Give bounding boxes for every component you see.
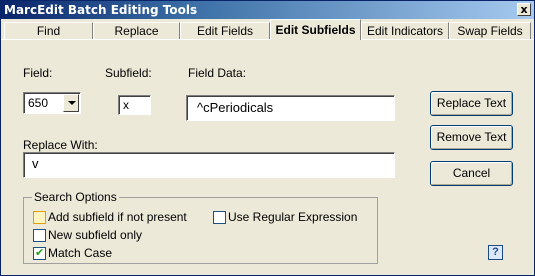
window-title: MarcEdit Batch Editing Tools (4, 3, 198, 17)
replace-with-label: Replace With: (23, 138, 98, 152)
add-subfield-label: Add subfield if not present (48, 210, 187, 224)
field-data-input[interactable]: ^cPeriodicals (186, 95, 395, 121)
field-select[interactable]: 650 (23, 92, 81, 114)
tab-edit-fields[interactable]: Edit Fields (180, 22, 270, 39)
help-icon[interactable]: ? (488, 245, 503, 260)
help-glyph: ? (492, 246, 499, 258)
check-icon: ✔ (35, 246, 45, 259)
close-icon: x (520, 3, 528, 16)
search-options-legend: Search Options (32, 190, 119, 204)
replace-with-input[interactable]: v (23, 152, 395, 178)
field-data-value: ^cPeriodicals (197, 100, 274, 115)
field-select-value: 650 (28, 96, 49, 110)
subfield-input[interactable]: x (118, 95, 151, 115)
new-subfield-only-label: New subfield only (48, 228, 143, 242)
cancel-button[interactable]: Cancel (430, 161, 513, 186)
match-case-label: Match Case (48, 246, 113, 260)
tab-strip: Find Replace Edit Fields Edit Subfields … (1, 19, 534, 40)
tab-swap-fields[interactable]: Swap Fields (449, 22, 531, 39)
tab-replace[interactable]: Replace (93, 22, 180, 39)
tab-edit-subfields[interactable]: Edit Subfields (270, 19, 361, 40)
tab-find[interactable]: Find (4, 22, 93, 39)
use-regex-checkbox[interactable] (213, 211, 226, 224)
replace-text-button[interactable]: Replace Text (430, 91, 513, 116)
new-subfield-only-checkbox[interactable] (33, 229, 46, 242)
subfield-label: Subfield: (105, 66, 152, 80)
use-regex-label: Use Regular Expression (228, 210, 358, 224)
batch-edit-window: MarcEdit Batch Editing Tools x Find Repl… (0, 0, 535, 276)
add-subfield-checkbox[interactable] (33, 211, 46, 224)
close-button[interactable]: x (517, 3, 531, 16)
chevron-down-icon[interactable] (63, 94, 79, 112)
tab-edit-indicators[interactable]: Edit Indicators (361, 22, 449, 39)
field-data-label: Field Data: (188, 66, 247, 80)
subfield-input-value: x (123, 98, 129, 112)
edit-subfields-panel: Field: Subfield: Field Data: 650 x ^cPer… (1, 40, 534, 275)
title-bar[interactable]: MarcEdit Batch Editing Tools x (1, 1, 534, 19)
match-case-checkbox[interactable]: ✔ (33, 246, 46, 260)
remove-text-button[interactable]: Remove Text (430, 125, 513, 150)
replace-with-value: v (32, 156, 39, 171)
field-label: Field: (23, 66, 53, 80)
